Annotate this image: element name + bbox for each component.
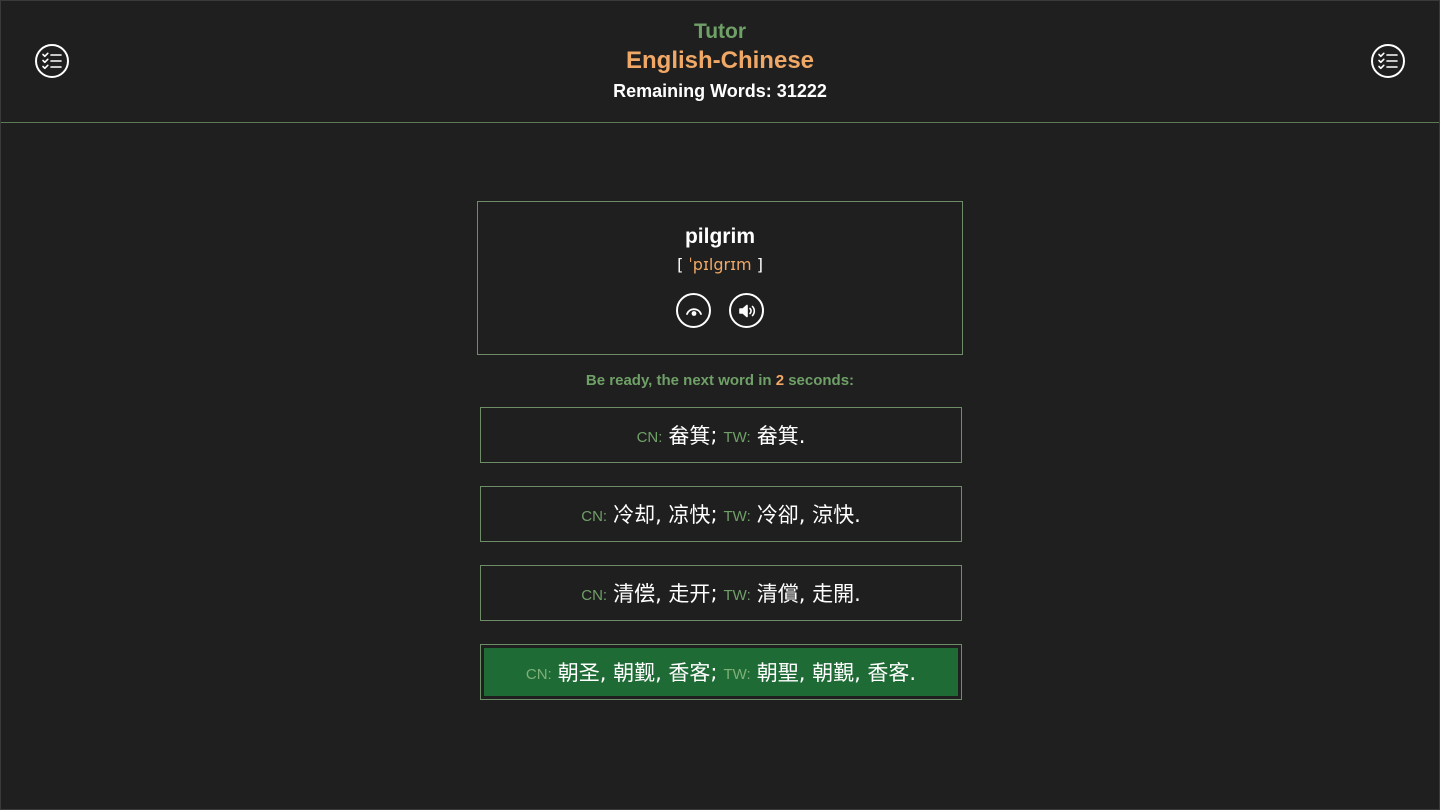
card-actions: [478, 293, 962, 328]
countdown-seconds: 2: [775, 372, 785, 389]
cn-translation: 清偿, 走开: [613, 582, 711, 606]
title-block: Tutor English-Chinese Remaining Words: 3…: [1, 19, 1439, 105]
word-text: pilgrim: [684, 225, 755, 248]
countdown-suffix: seconds:: [784, 372, 855, 389]
tw-translation: 朝聖, 朝覲, 香客.: [756, 661, 917, 685]
speaker-icon: [738, 304, 755, 317]
next-word-countdown: Be ready, the next word in 2 seconds:: [1, 370, 1439, 392]
separator: ;: [710, 423, 718, 447]
separator: ;: [710, 581, 718, 605]
answer-option-4-selected[interactable]: CN: 朝圣, 朝觐, 香客; TW: 朝聖, 朝覲, 香客.: [480, 644, 962, 700]
phonetic-transcription: [ ˈpɪlgrɪm ]: [478, 254, 962, 276]
app-window: Tutor English-Chinese Remaining Words: 3…: [0, 0, 1440, 810]
tw-translation: 畚箕.: [756, 424, 806, 448]
tw-tag: TW:: [723, 665, 751, 683]
checklist-icon: [1378, 52, 1398, 70]
tw-translation: 清償, 走開.: [756, 582, 861, 606]
phonetic-close-bracket: ]: [751, 255, 763, 274]
phonetic-open-bracket: [: [677, 255, 689, 274]
answer-option-3[interactable]: CN: 清偿, 走开; TW: 清償, 走開.: [480, 565, 962, 621]
cn-translation: 畚箕: [668, 424, 711, 448]
phonetic-ipa: ˈpɪlgrɪm: [688, 255, 752, 274]
pronounce-button[interactable]: [729, 293, 764, 328]
tw-tag: TW:: [723, 428, 751, 446]
tw-tag: TW:: [723, 586, 751, 604]
header: Tutor English-Chinese Remaining Words: 3…: [1, 1, 1439, 123]
cn-tag: CN:: [581, 586, 608, 604]
separator: ;: [710, 502, 718, 526]
answer-option-2[interactable]: CN: 冷却, 凉快; TW: 冷卻, 涼快.: [480, 486, 962, 542]
cn-tag: CN:: [636, 428, 663, 446]
cn-translation: 冷却, 凉快: [613, 503, 711, 527]
separator: ;: [710, 660, 718, 684]
selected-option-fill: CN: 朝圣, 朝觐, 香客; TW: 朝聖, 朝覲, 香客.: [484, 648, 958, 696]
reveal-button[interactable]: [676, 293, 711, 328]
answer-option-1[interactable]: CN: 畚箕; TW: 畚箕.: [480, 407, 962, 463]
app-title: Tutor: [693, 20, 747, 43]
countdown-prefix: Be ready, the next word in: [585, 372, 776, 389]
language-pair-title: English-Chinese: [625, 47, 815, 74]
checklist-menu-button-right[interactable]: [1371, 44, 1405, 78]
cn-translation: 朝圣, 朝觐, 香客: [557, 661, 711, 685]
remaining-words-counter: Remaining Words: 31222: [613, 81, 827, 101]
eye-icon: [685, 307, 702, 316]
cn-tag: CN:: [525, 665, 552, 683]
tw-tag: TW:: [723, 507, 751, 525]
tw-translation: 冷卻, 涼快.: [756, 503, 861, 527]
cn-tag: CN:: [581, 507, 608, 525]
word-card: pilgrim [ ˈpɪlgrɪm ]: [477, 201, 963, 355]
